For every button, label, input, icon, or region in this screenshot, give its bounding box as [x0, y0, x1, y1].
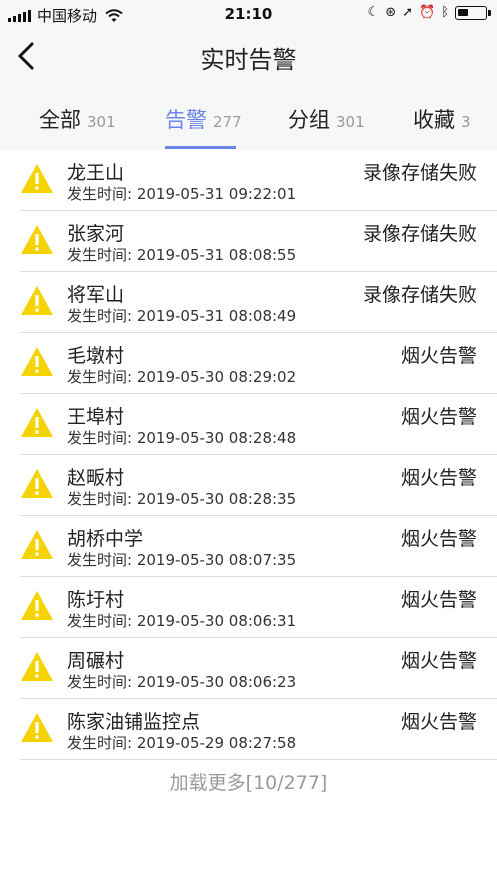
- page-title: 实时告警: [200, 46, 297, 74]
- alarm-time: 发生时间: 2019-05-30 08:28:35: [67, 490, 297, 508]
- alarm-location: 龙王山: [67, 162, 125, 184]
- tab-label: 全部: [39, 108, 81, 132]
- alarm-time: 发生时间: 2019-05-29 08:27:58: [67, 734, 297, 752]
- alarm-time: 发生时间: 2019-05-31 08:08:49: [67, 307, 297, 325]
- tab-count: 3: [461, 113, 471, 131]
- tab-count: 277: [213, 113, 242, 131]
- alarm-clock-icon: ⏰: [419, 5, 436, 20]
- warning-icon: [21, 591, 53, 620]
- alarm-time: 发生时间: 2019-05-30 08:07:35: [67, 551, 297, 569]
- alarm-time: 发生时间: 2019-05-30 08:06:23: [67, 673, 297, 691]
- list-item[interactable]: 陈圩村 发生时间: 2019-05-30 08:06:31 烟火告警: [20, 577, 497, 638]
- warning-icon: [21, 530, 53, 559]
- alarm-time: 发生时间: 2019-05-30 08:29:02: [67, 368, 297, 386]
- alarm-location: 胡桥中学: [67, 528, 144, 550]
- list-item[interactable]: 陈家油铺监控点 发生时间: 2019-05-29 08:27:58 烟火告警: [20, 699, 497, 760]
- alarm-type: 烟火告警: [400, 650, 477, 672]
- warning-icon: [21, 286, 53, 315]
- alarm-location: 毛墩村: [67, 345, 125, 367]
- list-item[interactable]: 毛墩村 发生时间: 2019-05-30 08:29:02 烟火告警: [20, 333, 497, 394]
- list-item[interactable]: 赵畈村 发生时间: 2019-05-30 08:28:35 烟火告警: [20, 455, 497, 516]
- alarm-type: 烟火告警: [400, 345, 477, 367]
- load-more-button[interactable]: 加载更多[10/277]: [0, 768, 497, 795]
- alarm-type: 录像存储失败: [362, 162, 477, 184]
- warning-icon: [21, 164, 53, 193]
- tab-label: 收藏: [413, 108, 455, 132]
- list-item[interactable]: 王埠村 发生时间: 2019-05-30 08:28:48 烟火告警: [20, 394, 497, 455]
- list-item[interactable]: 将军山 发生时间: 2019-05-31 08:08:49 录像存储失败: [20, 272, 497, 333]
- alarm-location: 陈家油铺监控点: [67, 711, 201, 733]
- alarm-type: 烟火告警: [400, 528, 477, 550]
- nav-bar: 实时告警: [0, 28, 497, 84]
- alarm-location: 张家河: [67, 223, 125, 245]
- tab-group[interactable]: 分组 301: [288, 104, 365, 134]
- alarm-type: 录像存储失败: [362, 223, 477, 245]
- alarm-location: 王埠村: [67, 406, 125, 428]
- alarm-location: 赵畈村: [67, 467, 125, 489]
- bluetooth-icon: ᛒ: [441, 5, 449, 20]
- alarm-list: 龙王山 发生时间: 2019-05-31 09:22:01 录像存储失败 张家河…: [20, 150, 497, 760]
- battery-icon: [455, 5, 491, 20]
- alarm-type: 烟火告警: [400, 406, 477, 428]
- location-icon: ➚: [402, 5, 413, 20]
- alarm-type: 录像存储失败: [362, 284, 477, 306]
- warning-icon: [21, 713, 53, 742]
- warning-icon: [21, 469, 53, 498]
- tab-bar: 全部 301 告警 277 分组 301 收藏 3: [0, 84, 497, 150]
- warning-icon: [21, 347, 53, 376]
- tab-alarm[interactable]: 告警 277: [165, 104, 242, 134]
- alarm-time: 发生时间: 2019-05-30 08:28:48: [67, 429, 297, 447]
- tab-count: 301: [87, 113, 116, 131]
- rotation-lock-icon: ⊛: [385, 5, 397, 20]
- alarm-time: 发生时间: 2019-05-31 09:22:01: [67, 185, 297, 203]
- status-bar: 中国移动 21:10 ☾ ⊛ ➚ ⏰ ᛒ: [0, 0, 497, 28]
- tab-favorites[interactable]: 收藏 3: [413, 104, 471, 134]
- list-item[interactable]: 龙王山 发生时间: 2019-05-31 09:22:01 录像存储失败: [20, 150, 497, 211]
- status-right: ☾ ⊛ ➚ ⏰ ᛒ: [367, 5, 491, 20]
- alarm-time: 发生时间: 2019-05-31 08:08:55: [67, 246, 297, 264]
- alarm-type: 烟火告警: [400, 467, 477, 489]
- tab-label: 分组: [288, 108, 330, 132]
- list-item[interactable]: 周碾村 发生时间: 2019-05-30 08:06:23 烟火告警: [20, 638, 497, 699]
- alarm-location: 将军山: [67, 284, 125, 306]
- alarm-location: 周碾村: [67, 650, 125, 672]
- tab-count: 301: [336, 113, 365, 131]
- alarm-location: 陈圩村: [67, 589, 125, 611]
- alarm-time: 发生时间: 2019-05-30 08:06:31: [67, 612, 297, 630]
- list-item[interactable]: 胡桥中学 发生时间: 2019-05-30 08:07:35 烟火告警: [20, 516, 497, 577]
- alarm-type: 烟火告警: [400, 589, 477, 611]
- moon-icon: ☾: [367, 5, 380, 20]
- warning-icon: [21, 225, 53, 254]
- warning-icon: [21, 652, 53, 681]
- tab-all[interactable]: 全部 301: [39, 104, 116, 134]
- alarm-type: 烟火告警: [400, 711, 477, 733]
- list-item[interactable]: 张家河 发生时间: 2019-05-31 08:08:55 录像存储失败: [20, 211, 497, 272]
- tab-label: 告警: [165, 108, 207, 132]
- active-tab-indicator: [165, 146, 236, 149]
- warning-icon: [21, 408, 53, 437]
